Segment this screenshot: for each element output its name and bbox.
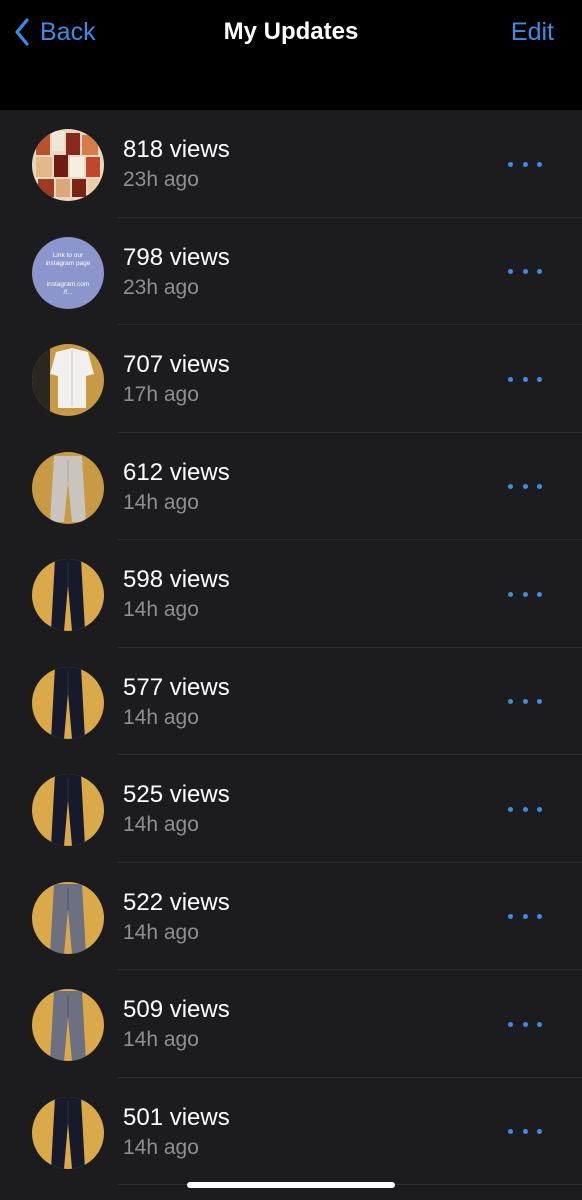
update-thumbnail[interactable]: Link to our instagram page instagram.com…	[32, 236, 104, 309]
ellipsis-icon[interactable]	[508, 154, 542, 174]
thumb-text: instagram page	[46, 260, 91, 267]
posted-time: 23h ago	[123, 275, 199, 299]
view-count: 501 views	[123, 1103, 230, 1131]
ellipsis-icon[interactable]	[508, 1014, 542, 1034]
posted-time: 14h ago	[123, 598, 199, 621]
view-count: 522 views	[123, 888, 230, 916]
view-count: 577 views	[123, 673, 230, 701]
update-thumbnail[interactable]	[32, 451, 104, 524]
ellipsis-icon[interactable]	[508, 369, 542, 389]
update-row[interactable]: 501 views 14h ago	[0, 1078, 582, 1186]
update-thumbnail[interactable]	[32, 881, 104, 954]
posted-time: 14h ago	[123, 1028, 199, 1051]
ellipsis-icon[interactable]	[508, 262, 542, 282]
update-row[interactable]: 707 views 17h ago	[0, 325, 582, 433]
ellipsis-icon[interactable]	[508, 799, 542, 819]
view-count: 598 views	[123, 566, 230, 593]
posted-time: 14h ago	[123, 813, 199, 836]
update-row[interactable]: 818 views 23h ago	[0, 110, 582, 218]
view-count: 525 views	[123, 781, 230, 808]
update-thumbnail[interactable]	[32, 666, 104, 739]
thumb-text: /f...	[63, 289, 72, 296]
navigation-bar: Back My Updates Edit	[0, 0, 582, 110]
updates-list: 818 views 23h ago Link to our instagram p…	[0, 110, 582, 1185]
posted-time: 17h ago	[123, 383, 199, 406]
update-row[interactable]: 522 views 14h ago	[0, 863, 582, 971]
ellipsis-icon[interactable]	[508, 1122, 542, 1142]
update-row[interactable]: 509 views 14h ago	[0, 970, 582, 1078]
update-row[interactable]: Link to our instagram page instagram.com…	[0, 218, 582, 326]
update-thumbnail[interactable]	[32, 129, 104, 201]
view-count: 509 views	[123, 996, 230, 1023]
view-count: 612 views	[123, 458, 230, 486]
thumb-text: Link to our	[53, 252, 84, 259]
update-thumbnail[interactable]	[32, 559, 104, 631]
update-thumbnail[interactable]	[32, 774, 104, 846]
posted-time: 14h ago	[123, 1135, 199, 1159]
ellipsis-icon[interactable]	[508, 692, 542, 712]
view-count: 818 views	[123, 136, 230, 163]
update-row[interactable]: 525 views 14h ago	[0, 755, 582, 863]
update-row[interactable]: 577 views 14h ago	[0, 648, 582, 756]
posted-time: 14h ago	[123, 920, 199, 944]
update-thumbnail[interactable]	[32, 344, 104, 416]
thumb-text: instagram.com	[47, 281, 90, 288]
posted-time: 23h ago	[123, 168, 199, 191]
update-row[interactable]: 598 views 14h ago	[0, 540, 582, 648]
ellipsis-icon[interactable]	[508, 907, 542, 927]
view-count: 798 views	[123, 243, 230, 271]
page-title: My Updates	[223, 18, 359, 45]
view-count: 707 views	[123, 351, 230, 378]
update-thumbnail[interactable]	[32, 1096, 104, 1169]
home-indicator	[187, 1182, 395, 1188]
posted-time: 14h ago	[123, 490, 199, 514]
ellipsis-icon[interactable]	[508, 477, 542, 497]
update-thumbnail[interactable]	[32, 989, 104, 1061]
ellipsis-icon[interactable]	[508, 584, 542, 604]
update-row[interactable]: 612 views 14h ago	[0, 433, 582, 541]
edit-button[interactable]: Edit	[511, 14, 554, 50]
posted-time: 14h ago	[123, 705, 199, 729]
